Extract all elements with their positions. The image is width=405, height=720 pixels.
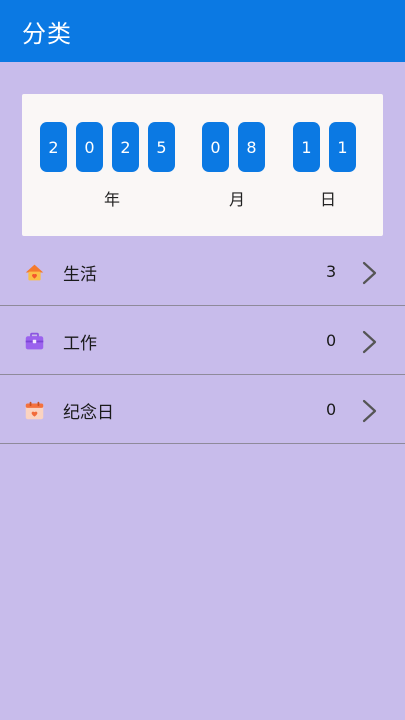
month-digit-1: 0 — [202, 122, 229, 172]
day-digit-1: 1 — [293, 122, 320, 172]
month-unit-label: 月 — [228, 190, 245, 209]
month-digit-2: 8 — [238, 122, 265, 172]
category-count: 3 — [326, 262, 337, 281]
category-count: 0 — [326, 400, 337, 419]
chevron-right-icon — [362, 399, 377, 423]
page-title: 分类 — [22, 19, 72, 48]
chevron-right-icon — [362, 330, 377, 354]
category-label: 生活 — [63, 265, 97, 285]
day-digit-2: 1 — [329, 122, 356, 172]
year-unit-label: 年 — [103, 190, 120, 209]
briefcase-icon — [25, 332, 44, 350]
year-digit-1: 2 — [40, 122, 67, 172]
day-unit-label: 日 — [319, 190, 336, 209]
date-counter-card: 2 0 2 5 0 8 1 1 年 月 日 — [22, 94, 383, 236]
year-digit-4: 5 — [148, 122, 175, 172]
category-label: 纪念日 — [63, 403, 114, 423]
category-count: 0 — [326, 331, 337, 350]
category-row-anniversary[interactable]: 纪念日 0 — [0, 376, 405, 444]
category-label: 工作 — [63, 334, 97, 354]
category-row-life[interactable]: 生活 3 — [0, 238, 405, 306]
calendar-heart-icon — [25, 401, 44, 420]
year-digit-2: 0 — [76, 122, 103, 172]
year-digit-3: 2 — [112, 122, 139, 172]
app-bar: 分类 — [0, 0, 405, 62]
category-row-work[interactable]: 工作 0 — [0, 307, 405, 375]
chevron-right-icon — [362, 261, 377, 285]
house-icon — [25, 264, 44, 281]
